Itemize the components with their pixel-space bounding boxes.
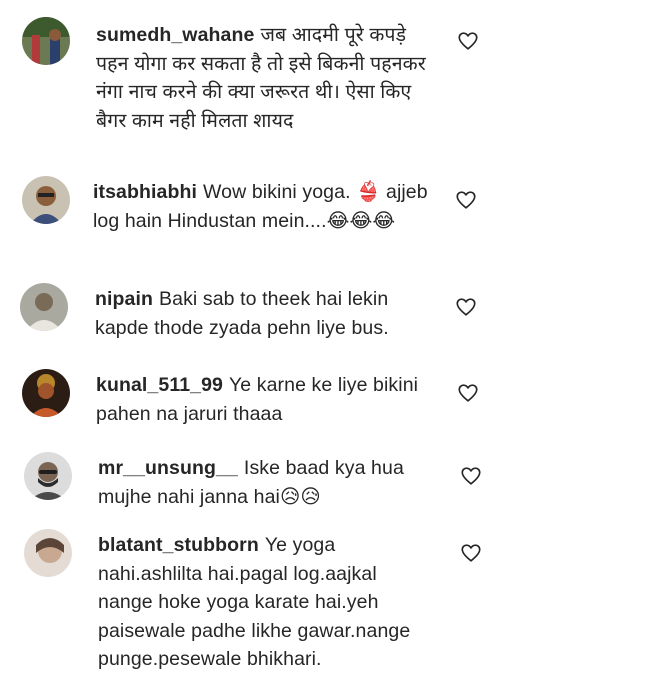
like-heart-icon[interactable] — [457, 382, 479, 404]
avatar[interactable] — [24, 529, 72, 577]
avatar[interactable] — [22, 176, 70, 224]
comment-text-block: sumedh_wahane जब आदमी पूरे कपड़े पहन योगा… — [96, 21, 441, 135]
like-heart-icon[interactable] — [455, 296, 477, 318]
avatar[interactable] — [22, 17, 70, 65]
like-heart-icon[interactable] — [460, 542, 482, 564]
like-heart-icon[interactable] — [457, 30, 479, 52]
like-heart-icon[interactable] — [460, 465, 482, 487]
avatar[interactable] — [22, 369, 70, 417]
comment-username[interactable]: itsabhiabhi — [93, 181, 197, 203]
avatar[interactable] — [20, 283, 68, 331]
avatar[interactable] — [24, 452, 72, 500]
comment-username[interactable]: kunal_511_99 — [96, 374, 223, 396]
comment-text-block: itsabhiabhi Wow bikini yoga. 👙 ajjeb log … — [93, 178, 428, 235]
comment-text-block: blatant_stubborn Ye yoga nahi.ashlilta ha… — [98, 531, 433, 674]
comment-username[interactable]: nipain — [95, 288, 153, 310]
like-heart-icon[interactable] — [455, 189, 477, 211]
comment-text-block: kunal_511_99 Ye karne ke liye bikini pahe… — [96, 371, 431, 428]
comment-text-block: mr__unsung__ Iske baad kya hua mujhe nahi… — [98, 454, 433, 511]
comment-username[interactable]: sumedh_wahane — [96, 24, 254, 46]
comment-username[interactable]: blatant_stubborn — [98, 534, 259, 556]
comment-username[interactable]: mr__unsung__ — [98, 457, 238, 479]
comment-text-block: nipain Baki sab to theek hai lekin kapde … — [95, 285, 435, 342]
